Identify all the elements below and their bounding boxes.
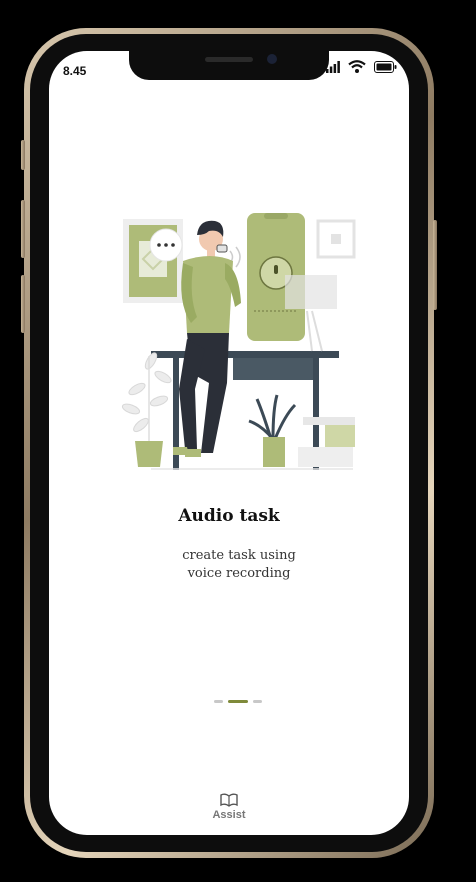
nav-item-assist[interactable]: Assist [204,793,254,821]
speaker-grille [205,57,253,62]
nav-item-label: Assist [212,809,246,821]
volume-up-button [21,200,25,258]
app-screen: 8.45 Audio task create task using voice … [49,51,409,835]
book-icon [220,793,238,807]
bottom-navigation: Assist [49,793,409,835]
page-dot-1[interactable] [214,700,223,703]
onboarding-subtitle: create task using voice recording [182,548,296,581]
page-indicator [214,700,262,703]
silent-switch [21,140,25,170]
status-time: 8.45 [63,64,87,78]
onboarding-title: Audio task [178,506,280,526]
voice-recording-illustration [121,213,356,470]
signal-icon [326,60,340,73]
page-dot-2-active[interactable] [228,700,248,703]
page-dot-3[interactable] [253,700,262,703]
power-button [433,220,437,310]
battery-icon [374,60,397,73]
volume-down-button [21,275,25,333]
status-icons [326,60,397,73]
wifi-icon [348,60,366,73]
notch [129,51,329,80]
front-camera [267,54,277,64]
